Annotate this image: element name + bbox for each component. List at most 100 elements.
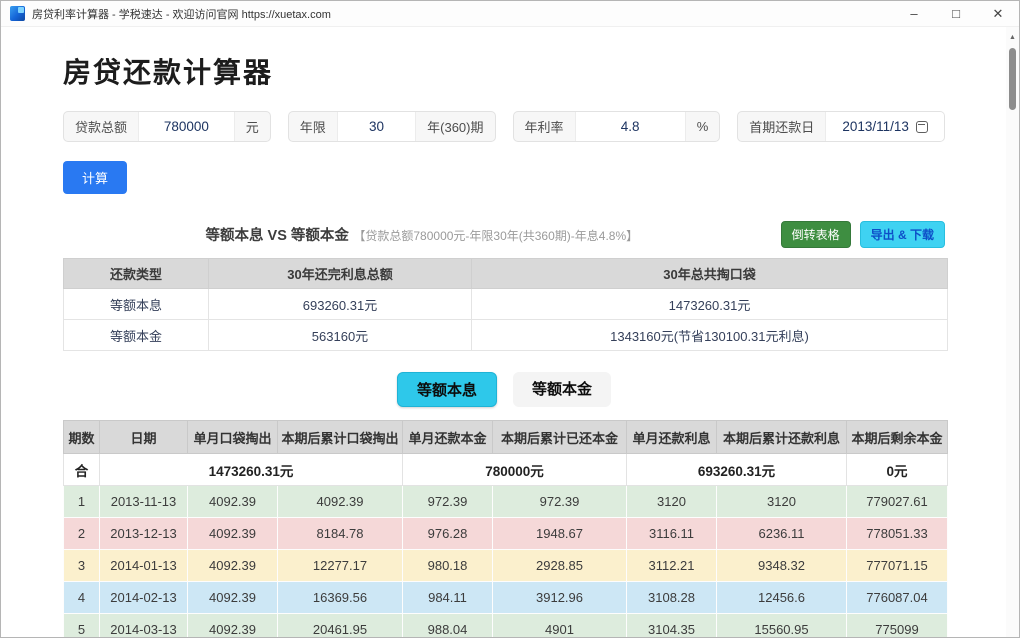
summary-header-cell: 30年还完利息总额 (208, 258, 472, 289)
schedule-cell: 4092.39 (187, 517, 278, 550)
rate-input[interactable] (575, 119, 685, 134)
total-label: 合 (63, 453, 100, 486)
schedule-tabs: 等额本息 等额本金 (63, 372, 945, 407)
schedule-cell: 972.39 (492, 485, 627, 518)
comparison-title-wrap: 等额本息 VS 等额本金 【贷款总额780000元-年限30年(共360期)-年… (63, 224, 781, 245)
schedule-cell: 4901 (492, 613, 627, 637)
comparison-title: 等额本息 VS 等额本金 (205, 228, 349, 244)
schedule-cell: 4 (63, 581, 100, 614)
schedule-cell: 1948.67 (492, 517, 627, 550)
title-bar[interactable]: 房贷利率计算器 - 学税速达 - 欢迎访问官网 https://xuetax.c… (1, 1, 1019, 27)
schedule-header-cell: 本期后累计口袋掏出 (277, 420, 403, 454)
schedule-row: 5 2014-03-13 4092.39 20461.95 988.04 4901 3104… (63, 613, 948, 637)
scroll-up-arrow-icon[interactable]: ▲ (1006, 27, 1019, 42)
schedule-cell: 8184.78 (277, 517, 403, 550)
schedule-cell: 12456.6 (716, 581, 847, 614)
close-button[interactable]: ✕ (977, 1, 1019, 26)
schedule-cell: 2013-11-13 (99, 485, 188, 518)
schedule-cell: 2014-02-13 (99, 581, 188, 614)
rate-unit: % (696, 119, 709, 134)
schedule-header-cell: 期数 (63, 420, 100, 454)
window-title: 房贷利率计算器 - 学税速达 - 欢迎访问官网 https://xuetax.c… (32, 8, 331, 21)
rate-input-wrap (574, 112, 686, 141)
scrollbar-thumb[interactable] (1009, 48, 1016, 110)
summary-header-cell: 还款类型 (63, 258, 209, 289)
tab-equal-principal[interactable]: 等额本金 (513, 372, 612, 407)
schedule-header-cell: 单月还款本金 (402, 420, 493, 454)
content-area: ▲ 房贷还款计算器 贷款总额 元 年限 年(36 (1, 27, 1019, 637)
loan-amount-unit: 元 (245, 120, 259, 135)
schedule-cell: 3112.21 (626, 549, 717, 582)
schedule-cell: 2014-03-13 (99, 613, 188, 637)
summary-cell: 等额本金 (63, 319, 209, 351)
schedule-cell: 776087.04 (846, 581, 948, 614)
schedule-cell: 2 (63, 517, 100, 550)
minimize-button[interactable]: – (893, 1, 935, 26)
schedule-cell: 2014-01-13 (99, 549, 188, 582)
page-title: 房贷还款计算器 (63, 57, 274, 88)
summary-row: 等额本金 563160元 1343160元(节省130100.31元利息) (63, 319, 948, 351)
schedule-header-cell: 单月口袋掏出 (187, 420, 278, 454)
reverse-table-button[interactable]: 倒转表格 (780, 221, 851, 248)
maximize-button[interactable]: □ (935, 1, 977, 26)
schedule-header-cell: 日期 (99, 420, 188, 454)
schedule-cell: 988.04 (402, 613, 493, 637)
total-principal: 780000元 (402, 453, 627, 486)
calendar-icon[interactable] (915, 120, 928, 133)
schedule-cell: 2013-12-13 (99, 517, 188, 550)
schedule-cell: 9348.32 (716, 549, 847, 582)
comparison-header: 等额本息 VS 等额本金 【贷款总额780000元-年限30年(共360期)-年… (63, 221, 945, 248)
schedule-cell: 3104.35 (626, 613, 717, 637)
schedule-table: 期数 日期 单月口袋掏出 本期后累计口袋掏出 单月还款本金 本期后累计已还本金 单月还款利息… (63, 420, 948, 637)
schedule-cell: 16369.56 (277, 581, 403, 614)
schedule-cell: 779027.61 (846, 485, 948, 518)
schedule-cell: 4092.39 (187, 485, 278, 518)
years-input[interactable] (337, 119, 416, 134)
schedule-cell: 3116.11 (626, 517, 717, 550)
loan-amount-input[interactable] (139, 119, 234, 134)
years-unit: 年(360)期 (427, 120, 484, 135)
total-interest: 693260.31元 (626, 453, 847, 486)
schedule-cell: 1 (63, 485, 100, 518)
schedule-cell: 12277.17 (277, 549, 403, 582)
schedule-row: 4 2014-02-13 4092.39 16369.56 984.11 3912.96 3… (63, 581, 948, 614)
schedule-cell: 3 (63, 549, 100, 582)
tab-equal-installment[interactable]: 等额本息 (396, 372, 497, 407)
first-payment-date-label: 首期还款日 (749, 120, 815, 135)
input-form: 贷款总额 元 年限 年(360)期 年利率 (63, 111, 945, 142)
schedule-cell: 6236.11 (716, 517, 847, 550)
summary-cell: 1343160元(节省130100.31元利息) (471, 319, 948, 351)
summary-cell: 等额本息 (63, 288, 209, 320)
first-payment-date-value: 2013/11/13 (842, 119, 909, 134)
calculate-button[interactable]: 计算 (63, 161, 128, 194)
export-download-button[interactable]: 导出 & 下载 (859, 221, 945, 248)
window-controls: – □ ✕ (893, 1, 1019, 26)
schedule-cell: 4092.39 (187, 581, 278, 614)
scrollbar[interactable]: ▲ (1006, 27, 1019, 637)
comparison-subtitle: 【贷款总额780000元-年限30年(共360期)-年息4.8%】 (353, 229, 639, 243)
schedule-cell: 778051.33 (846, 517, 948, 550)
years-label: 年限 (299, 120, 326, 135)
first-payment-date-input[interactable]: 2013/11/13 (825, 112, 944, 141)
schedule-cell: 3108.28 (626, 581, 717, 614)
schedule-total-row: 合 1473260.31元 780000元 693260.31元 0元 (63, 453, 948, 486)
schedule-cell: 4092.39 (187, 613, 278, 637)
schedule-cell: 3120 (626, 485, 717, 518)
schedule-cell: 3912.96 (492, 581, 627, 614)
schedule-header-cell: 本期后累计还款利息 (716, 420, 847, 454)
schedule-row: 3 2014-01-13 4092.39 12277.17 980.18 2928.85 3… (63, 549, 948, 582)
summary-header-cell: 30年总共掏口袋 (471, 258, 948, 289)
total-paid: 1473260.31元 (99, 453, 403, 486)
schedule-cell: 976.28 (402, 517, 493, 550)
schedule-row: 2 2013-12-13 4092.39 8184.78 976.28 1948.67 31… (63, 517, 948, 550)
schedule-cell: 4092.39 (277, 485, 403, 518)
rate-label: 年利率 (524, 120, 564, 135)
schedule-cell: 980.18 (402, 549, 493, 582)
summary-cell: 1473260.31元 (471, 288, 948, 320)
schedule-header-cell: 单月还款利息 (626, 420, 717, 454)
schedule-cell: 984.11 (402, 581, 493, 614)
app-logo-icon (10, 6, 25, 21)
schedule-cell: 20461.95 (277, 613, 403, 637)
schedule-cell: 4092.39 (187, 549, 278, 582)
summary-cell: 563160元 (208, 319, 472, 351)
